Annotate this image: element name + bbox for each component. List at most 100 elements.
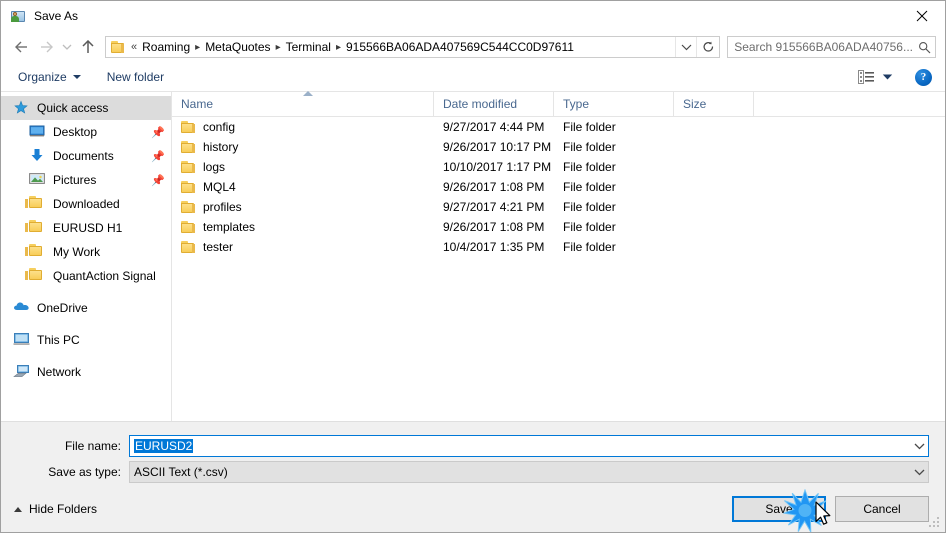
file-list: Name Date modified Type Size config 9/27… — [172, 91, 945, 421]
column-header-size[interactable]: Size — [674, 92, 754, 116]
sidebar-item-label: Desktop — [53, 125, 98, 139]
chevron-up-icon — [14, 506, 22, 512]
help-icon: ? — [920, 71, 927, 83]
folder-icon — [181, 241, 196, 253]
forward-button[interactable] — [34, 35, 58, 59]
breadcrumb-separator-icon[interactable]: ▸ — [274, 42, 283, 53]
picture-icon — [29, 172, 47, 188]
organize-label: Organize — [18, 70, 67, 84]
file-name-cell: logs — [172, 160, 434, 174]
breadcrumb-separator-icon[interactable]: ▸ — [334, 42, 343, 53]
new-folder-label: New folder — [106, 70, 165, 84]
chevron-down-icon — [681, 44, 692, 51]
breadcrumb-item-3[interactable]: 915566BA06ADA407569C544CC0D97611 — [343, 40, 577, 54]
column-header-label: Name — [181, 97, 214, 111]
navigation-sidebar[interactable]: Quick access Desktop 📌 Documents 📌 Pictu… — [1, 92, 172, 421]
pin-icon[interactable]: 📌 — [151, 150, 165, 163]
sidebar-item-quick-access[interactable]: Quick access — [1, 96, 171, 120]
table-row[interactable]: history 9/26/2017 10:17 PM File folder — [172, 137, 945, 157]
table-row[interactable]: MQL4 9/26/2017 1:08 PM File folder — [172, 177, 945, 197]
file-name-cell: tester — [172, 240, 434, 254]
sidebar-item-documents[interactable]: Documents 📌 — [1, 144, 171, 168]
new-folder-button[interactable]: New folder — [99, 67, 172, 87]
file-date-cell: 9/26/2017 1:08 PM — [443, 180, 545, 194]
address-dropdown-button[interactable] — [675, 37, 696, 57]
column-header-type[interactable]: Type — [554, 92, 674, 116]
table-row[interactable]: logs 10/10/2017 1:17 PM File folder — [172, 157, 945, 177]
search-input[interactable]: Search 915566BA06ADA40756... — [728, 40, 913, 54]
cancel-button[interactable]: Cancel — [835, 496, 929, 522]
title-bar: Save As — [1, 1, 945, 31]
file-type-cell: File folder — [563, 120, 616, 134]
view-options-button[interactable] — [852, 67, 899, 87]
file-type-cell: File folder — [563, 160, 616, 174]
chevron-down-icon — [62, 44, 72, 50]
up-button[interactable] — [76, 35, 100, 59]
file-date-cell: 9/27/2017 4:21 PM — [443, 200, 545, 214]
save-button[interactable]: Save — [732, 496, 826, 522]
sidebar-item-desktop[interactable]: Desktop 📌 — [1, 120, 171, 144]
hide-folders-button[interactable]: Hide Folders — [10, 498, 101, 520]
chevron-down-icon — [914, 469, 924, 475]
help-button[interactable]: ? — [915, 68, 932, 86]
resize-grip-icon[interactable] — [929, 517, 941, 529]
cloud-icon — [13, 300, 31, 316]
sidebar-item-label: OneDrive — [37, 301, 88, 315]
column-header-label: Date modified — [443, 97, 518, 111]
breadcrumb-separator-icon[interactable]: ▸ — [193, 42, 202, 53]
file-name-label: logs — [203, 160, 226, 174]
sidebar-item-label: Quick access — [37, 101, 109, 115]
file-name-label: profiles — [203, 200, 242, 214]
refresh-button[interactable] — [696, 37, 719, 57]
dialog-footer: Hide Folders Save Cancel — [1, 486, 945, 532]
file-date-cell: 10/10/2017 1:17 PM — [443, 160, 552, 174]
chevron-down-icon — [72, 75, 81, 79]
back-button[interactable] — [10, 35, 34, 59]
sidebar-item-eurusd-h1[interactable]: EURUSD H1 — [1, 216, 171, 240]
file-type-cell: File folder — [563, 140, 616, 154]
filetype-select[interactable]: ASCII Text (*.csv) — [129, 460, 929, 483]
chevron-down-icon — [914, 443, 924, 449]
content-area: Quick access Desktop 📌 Documents 📌 Pictu… — [1, 91, 945, 421]
breadcrumb-item-2[interactable]: Terminal — [283, 40, 334, 54]
window-title: Save As — [34, 9, 79, 23]
address-bar[interactable]: « Roaming ▸ MetaQuotes ▸ Terminal ▸ 9155… — [105, 36, 721, 58]
sidebar-item-onedrive[interactable]: OneDrive — [1, 296, 171, 320]
filename-input[interactable]: EURUSD2 — [130, 438, 910, 453]
organize-button[interactable]: Organize — [10, 67, 89, 87]
file-date-cell: 9/26/2017 10:17 PM — [443, 140, 552, 154]
table-row[interactable]: templates 9/26/2017 1:08 PM File folder — [172, 217, 945, 237]
filename-field[interactable]: EURUSD2 — [129, 434, 929, 457]
breadcrumb-item-1[interactable]: MetaQuotes — [202, 40, 273, 54]
table-row[interactable]: tester 10/4/2017 1:35 PM File folder — [172, 237, 945, 257]
filetype-dropdown-button[interactable] — [910, 468, 928, 476]
file-rows: config 9/27/2017 4:44 PM File folder his… — [172, 117, 945, 421]
breadcrumb-item-0[interactable]: Roaming — [139, 40, 193, 54]
sidebar-item-network[interactable]: Network — [1, 360, 171, 384]
column-header-name[interactable]: Name — [172, 92, 434, 116]
recent-locations-button[interactable] — [58, 35, 76, 59]
filename-dropdown-button[interactable] — [910, 442, 928, 450]
breadcrumb-overflow[interactable]: « — [129, 41, 139, 53]
search-box[interactable]: Search 915566BA06ADA40756... — [727, 36, 936, 58]
column-header-date-modified[interactable]: Date modified — [434, 92, 554, 116]
sidebar-item-pictures[interactable]: Pictures 📌 — [1, 168, 171, 192]
sidebar-item-quantaction-signal[interactable]: QuantAction Signal — [1, 264, 171, 288]
column-header-filler — [754, 92, 945, 116]
arrow-up-icon — [82, 40, 94, 53]
table-row[interactable]: profiles 9/27/2017 4:21 PM File folder — [172, 197, 945, 217]
filename-label: File name: — [64, 438, 121, 453]
close-button[interactable] — [899, 1, 945, 31]
sidebar-item-label: Pictures — [53, 173, 97, 187]
sidebar-item-this-pc[interactable]: This PC — [1, 328, 171, 352]
pin-icon[interactable]: 📌 — [151, 174, 165, 187]
table-row[interactable]: config 9/27/2017 4:44 PM File folder — [172, 117, 945, 137]
file-name-label: history — [203, 140, 239, 154]
cancel-button-label: Cancel — [863, 502, 901, 516]
filetype-row: Save as type: ASCII Text (*.csv) — [1, 460, 945, 483]
file-type-cell: File folder — [563, 200, 616, 214]
sidebar-item-downloaded[interactable]: Downloaded — [1, 192, 171, 216]
sidebar-item-my-work[interactable]: My Work — [1, 240, 171, 264]
pin-icon[interactable]: 📌 — [151, 126, 165, 139]
close-icon — [916, 10, 928, 22]
